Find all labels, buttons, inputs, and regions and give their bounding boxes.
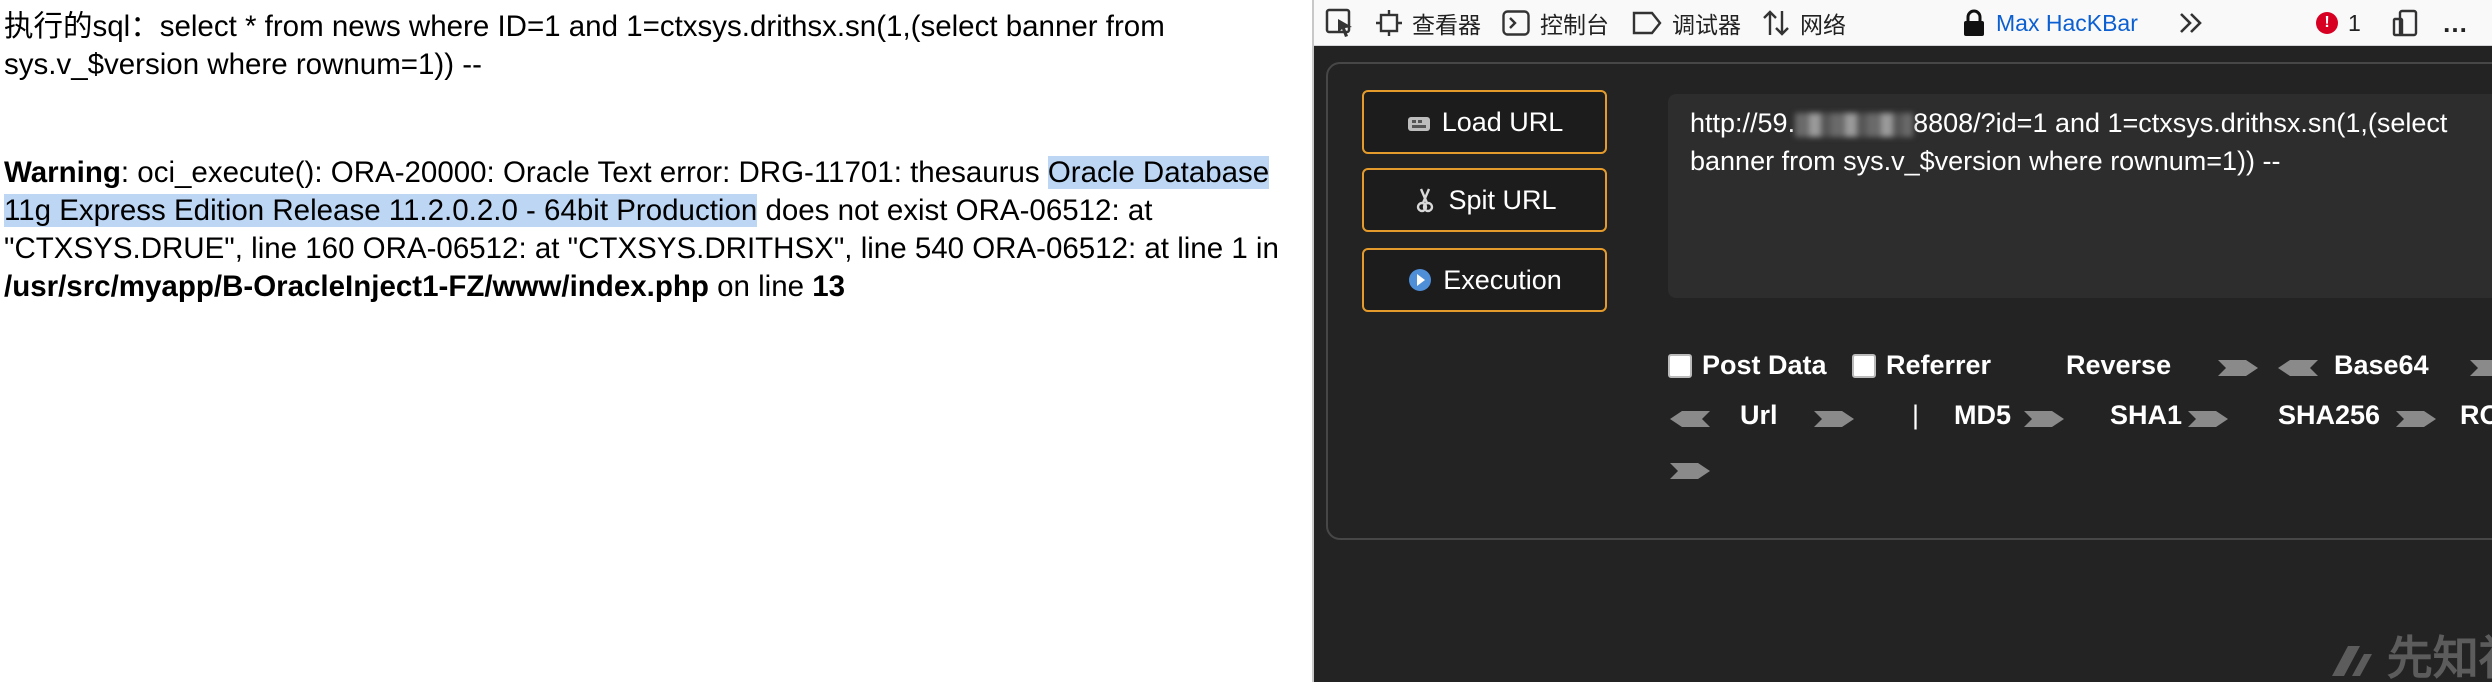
base64-right-arrow-icon[interactable] [2468,357,2492,379]
tab-debugger-label: 调试器 [1672,12,1741,38]
tab-console[interactable]: 控制台 [1502,0,1609,46]
warning-label: Warning [4,156,121,189]
base64-button[interactable]: Base64 [2334,350,2429,381]
network-arrows-icon [1762,9,1790,37]
execution-button[interactable]: Execution [1362,248,1607,312]
tab-console-label: 控制台 [1540,12,1609,38]
sha1-label: SHA1 [2110,400,2183,430]
warning-text-1: : oci_execute(): ORA-20000: Oracle Text … [120,156,1048,189]
devtools-pane: 查看器 控制台 调试器 网络 Max HacKBar ! 1 … Load UR… [1312,0,2492,682]
responsive-mode-button[interactable] [2392,0,2420,46]
split-url-button[interactable]: Spit URL [1362,168,1607,232]
watermark: 先知社区 [2330,622,2492,688]
tab-network-label: 网络 [1800,12,1846,38]
load-url-button[interactable]: Load URL [1362,90,1607,154]
warning-line-number: 13 [812,270,846,303]
tab-debugger[interactable]: 调试器 [1632,0,1741,46]
rot13-arrow-icon[interactable] [1668,460,1712,482]
execution-label: Execution [1443,264,1562,295]
tab-max-hackbar[interactable]: Max HacKBar [1962,0,2138,46]
post-data-option[interactable]: Post Data [1668,350,1827,381]
responsive-icon [2392,9,2420,37]
url-right-arrow-icon[interactable] [1812,408,1856,430]
reverse-button[interactable]: Reverse [2066,350,2171,381]
base64-left-arrow-icon[interactable] [2276,357,2320,379]
executed-sql-text: 执行的sql：select * from news where ID=1 and… [4,10,1165,81]
xz-logo-icon [2332,646,2372,676]
url-left-arrow-icon[interactable] [1668,408,1712,430]
url-label: Url [1740,400,1778,430]
warning-on-line: on line [708,270,813,303]
post-data-label: Post Data [1702,350,1827,380]
load-url-icon [1407,117,1430,131]
console-icon [1502,10,1530,36]
url-prefix: http://59. [1690,108,1796,138]
hackbar-panel: Load URL Spit URL Execution http://59. 88… [1326,62,2492,540]
devtools-toolbar: 查看器 控制台 调试器 网络 Max HacKBar ! 1 … [1314,0,2492,46]
more-tabs-button[interactable] [2178,0,2204,46]
split-url-label: Spit URL [1448,184,1557,215]
tab-inspector[interactable]: 查看器 [1376,0,1481,46]
page-content: 执行的sql：select * from news where ID=1 and… [0,0,1312,682]
separator: | [1912,400,1919,431]
cursor-icon [1324,7,1356,39]
md5-arrow-icon[interactable] [2022,408,2066,430]
debugger-icon [1632,11,1662,35]
tab-inspector-label: 查看器 [1412,12,1481,38]
tab-network[interactable]: 网络 [1762,0,1846,46]
reverse-right-arrow-icon[interactable] [2216,357,2260,379]
base64-label: Base64 [2334,350,2429,380]
error-count: 1 [2348,9,2361,36]
sha256-label: SHA256 [2278,400,2381,430]
sha1-arrow-icon[interactable] [2186,408,2230,430]
double-chevron-icon [2178,11,2204,35]
inspector-icon [1376,10,1402,36]
lock-icon [1962,9,1986,37]
play-icon [1409,269,1432,291]
rot13-button[interactable]: ROT13 [2460,400,2492,431]
warning-message: Warning: oci_execute(): ORA-20000: Oracl… [4,154,1304,306]
md5-button[interactable]: MD5 [1954,400,2011,431]
referrer-checkbox[interactable] [1852,353,1876,378]
more-options-icon: … [2442,7,2468,38]
separator-label: | [1912,400,1920,430]
error-count-indicator[interactable]: ! 1 [2316,0,2361,46]
url-encode-button[interactable]: Url [1740,400,1778,431]
post-data-checkbox[interactable] [1668,353,1692,378]
sha256-arrow-icon[interactable] [2394,408,2438,430]
md5-label: MD5 [1954,400,2012,430]
load-url-label: Load URL [1441,106,1564,137]
rot13-label: ROT13 [2460,400,2492,430]
sha1-button[interactable]: SHA1 [2110,400,2182,431]
options-menu-button[interactable]: … [2442,0,2468,46]
redacted-ip [1795,112,1914,137]
watermark-text: 先知社区 [2386,632,2492,684]
element-picker-button[interactable] [1324,0,1356,46]
tab-max-hackbar-label: Max HacKBar [1996,9,2138,36]
error-icon: ! [2316,12,2338,34]
warning-file-path: /usr/src/myapp/B-OracleInject1-FZ/www/in… [4,270,709,303]
reverse-label: Reverse [2066,350,2172,380]
sha256-button[interactable]: SHA256 [2278,400,2380,431]
url-textarea[interactable]: http://59. 8808/?id=1 and 1=ctxsys.driths… [1668,94,2492,298]
referrer-option[interactable]: Referrer [1852,350,1991,381]
scissors-icon [1417,188,1434,213]
referrer-label: Referrer [1886,350,1992,380]
